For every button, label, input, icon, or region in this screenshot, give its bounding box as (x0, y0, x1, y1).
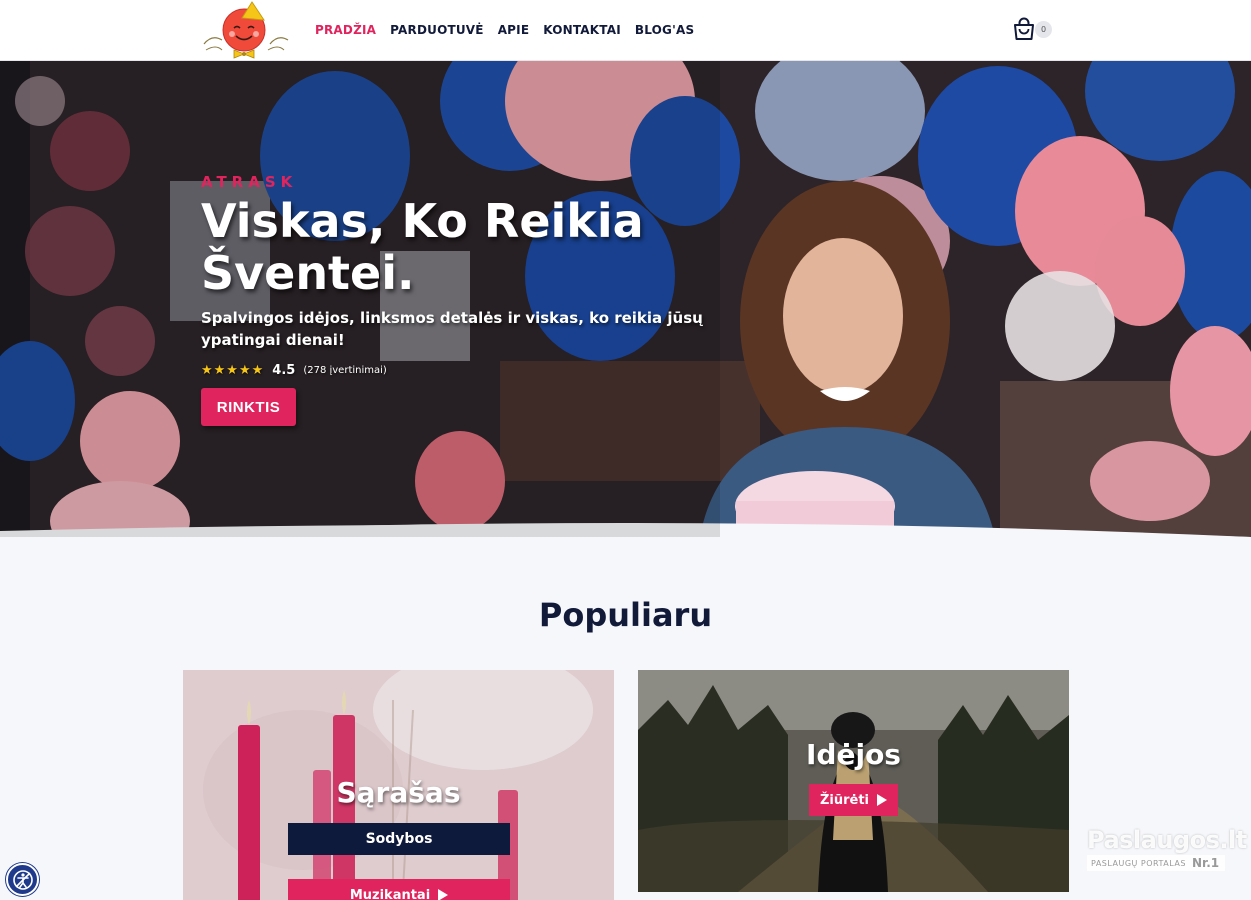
hero-subtitle: Spalvingos idėjos, linksmos detalės ir v… (201, 309, 703, 349)
main-nav: PRADŽIA PARDUOTUVĖ APIE KONTAKTAI BLOG'A… (315, 0, 694, 60)
rating-count: (278 įvertinimai) (303, 365, 387, 376)
accessibility-icon[interactable] (6, 863, 39, 896)
nav-item-pradzia[interactable]: PRADŽIA (315, 23, 376, 37)
paslaugos-watermark: Paslaugos.lt PASLAUGŲ PORTALAS Nr.1 (1087, 826, 1247, 878)
nav-item-parduotuve[interactable]: PARDUOTUVĖ (390, 23, 484, 37)
forest-path-image (638, 670, 1069, 892)
hero-banner: ATRASK Viskas, Ko Reikia Šventei. Spalvi… (0, 61, 1251, 537)
watermark-tagline: PASLAUGŲ PORTALAS (1091, 858, 1186, 868)
rating-value: 4.5 (272, 363, 296, 378)
muzikantai-label: Muzikantai (349, 887, 431, 900)
card-title-idejos: Idėjos (806, 738, 901, 771)
watermark-badge: Nr.1 (1191, 856, 1220, 870)
rating: ★★★★★ 4.5 (278 įvertinimai) (201, 363, 387, 378)
hero-background-image (0, 61, 1251, 537)
rinktis-button[interactable]: RINKTIS (201, 388, 296, 426)
hero-title: Viskas, Ko Reikia Šventei. (201, 194, 644, 300)
card-idejos[interactable]: Idėjos Žiūrėti (638, 670, 1069, 892)
nav-item-apie[interactable]: APIE (498, 23, 530, 37)
nav-item-blogas[interactable]: BLOG'AS (635, 23, 694, 37)
ziureti-button[interactable]: Žiūrėti (809, 784, 898, 816)
star-rating-icon: ★★★★★ (201, 363, 265, 378)
play-icon (438, 889, 449, 900)
watermark-brand: Paslaugos.lt (1087, 826, 1247, 854)
popular-section-title: Populiaru (538, 596, 713, 634)
watermark-tagline-row: PASLAUGŲ PORTALAS Nr.1 (1087, 855, 1225, 871)
cart-count-badge: 0 (1035, 21, 1052, 38)
nav-item-kontaktai[interactable]: KONTAKTAI (543, 23, 621, 37)
party-mascot-logo[interactable] (200, 0, 292, 60)
hero-eyebrow: ATRASK (201, 173, 298, 191)
site-header: PRADŽIA PARDUOTUVĖ APIE KONTAKTAI BLOG'A… (0, 0, 1251, 61)
card-title-sarasas: Sąrašas (336, 776, 461, 809)
muzikantai-link[interactable]: Muzikantai (288, 879, 510, 900)
card-sarasas[interactable]: Sąrašas Sodybos Muzikantai (183, 670, 614, 900)
shopping-bag-icon[interactable] (1011, 16, 1037, 42)
ziureti-label: Žiūrėti (819, 792, 870, 808)
play-icon (877, 794, 888, 806)
sodybos-link[interactable]: Sodybos (288, 823, 510, 855)
